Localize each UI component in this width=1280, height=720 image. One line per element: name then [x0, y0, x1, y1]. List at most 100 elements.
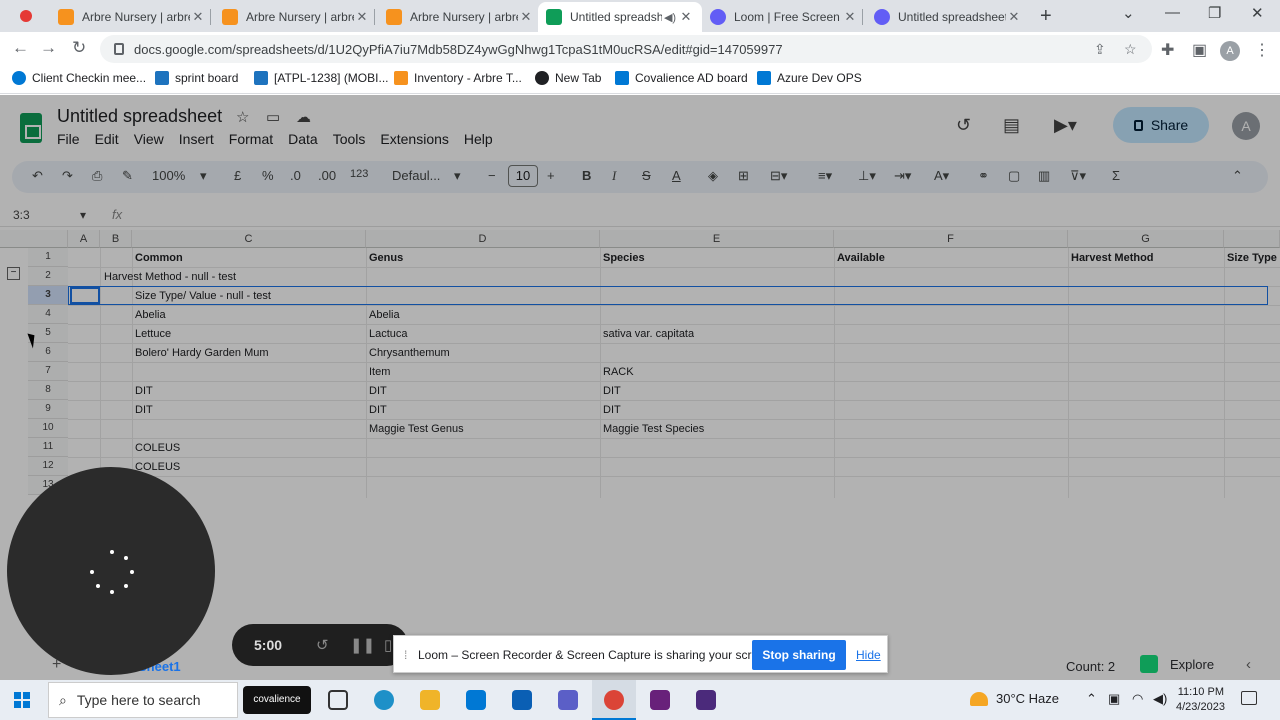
bookmark-atpl[interactable]: [ATPL-1238] (MOBI... — [254, 71, 388, 85]
stop-sharing-button[interactable]: Stop sharing — [752, 640, 846, 670]
clock-date: 4/23/2023 — [1176, 701, 1225, 713]
bookmark-label: Inventory - Arbre T... — [414, 71, 522, 85]
weather-sun-icon — [970, 691, 988, 706]
close-tab-icon[interactable]: ✕ — [842, 9, 858, 25]
system-clock[interactable]: 11:10 PM 4/23/2023 — [1176, 685, 1225, 715]
clock-time: 11:10 PM — [1177, 686, 1224, 698]
tab-title: Arbre Nursery | arbre — [82, 10, 190, 24]
close-tab-icon[interactable]: ✕ — [678, 9, 694, 25]
azure-devops-icon — [615, 71, 629, 85]
arbre-favicon-icon — [58, 9, 74, 25]
wifi-icon[interactable]: ◠ — [1132, 691, 1143, 707]
extensions-puzzle-icon[interactable]: ✚ — [1161, 40, 1174, 60]
meet-now-icon[interactable]: ▣ — [1108, 691, 1120, 707]
show-hidden-icons-chevron-icon[interactable]: ⌃ — [1086, 691, 1097, 707]
notifications-icon[interactable] — [1241, 691, 1257, 705]
close-tab-icon[interactable]: ✕ — [1006, 9, 1022, 25]
recording-indicator-icon — [20, 10, 32, 22]
omnibox[interactable]: docs.google.com/spreadsheets/d/1U2QyPfiA… — [100, 35, 1152, 63]
taskbar-search-box[interactable]: ⌕ Type here to search — [48, 682, 238, 718]
chrome-icon[interactable] — [604, 690, 624, 710]
sheets-favicon-icon — [546, 9, 562, 25]
tab-title: Untitled spreadsheet — [898, 10, 1006, 24]
bookmark-new-tab[interactable]: New Tab — [535, 71, 601, 85]
back-arrow-icon[interactable]: ← — [12, 38, 29, 58]
volume-icon[interactable]: ◀) — [1153, 691, 1167, 707]
azure-devops-icon — [757, 71, 771, 85]
bookmark-client-checkin[interactable]: Client Checkin mee... — [12, 71, 146, 85]
arbre-favicon-icon — [386, 9, 402, 25]
windows-start-icon[interactable] — [14, 692, 30, 708]
new-tab-button[interactable]: + — [1040, 5, 1052, 28]
teams-icon[interactable] — [558, 690, 578, 710]
minimize-button[interactable]: — — [1165, 4, 1180, 21]
close-tab-icon[interactable]: ✕ — [518, 9, 534, 25]
bookmark-label: Covalience AD board — [635, 71, 748, 85]
bookmark-label: Azure Dev OPS — [777, 71, 862, 85]
forward-arrow-icon[interactable]: → — [40, 38, 57, 58]
screen-sharing-notification: ⁞ Loom – Screen Recorder & Screen Captur… — [393, 635, 888, 673]
reload-icon[interactable]: ↻ — [72, 38, 86, 58]
search-icon: ⌕ — [59, 691, 67, 708]
restart-icon[interactable]: ↺ — [316, 636, 329, 654]
browser-tab-5[interactable]: Loom | Free Screen & ✕ — [702, 2, 866, 32]
close-tab-icon[interactable]: ✕ — [354, 9, 370, 25]
browser-tab-3[interactable]: Arbre Nursery | arbre ✕ — [378, 2, 542, 32]
bookmark-label: [ATPL-1238] (MOBI... — [274, 71, 389, 85]
close-tab-icon[interactable]: ✕ — [190, 9, 206, 25]
terminal-icon[interactable] — [696, 690, 716, 710]
pause-icon[interactable]: ❚❚ — [350, 636, 375, 654]
bookmark-azure-devops[interactable]: Azure Dev OPS — [757, 71, 862, 85]
chrome-menu-icon[interactable]: ⋮ — [1254, 40, 1270, 60]
browser-tab-4-active[interactable]: Untitled spreadsh ◀) ✕ — [538, 2, 702, 32]
maximize-button[interactable]: ❐ — [1208, 4, 1221, 22]
visual-studio-icon[interactable] — [650, 690, 670, 710]
bookmark-star-icon[interactable]: ☆ — [1124, 41, 1137, 58]
browser-tab-6[interactable]: Untitled spreadsheet ✕ — [866, 2, 1030, 32]
explore-icon — [1140, 655, 1158, 673]
weather-widget[interactable]: 30°C Haze — [970, 691, 1059, 706]
cloud-icon — [12, 71, 26, 85]
file-explorer-icon[interactable] — [420, 690, 440, 710]
browser-tab-2[interactable]: Arbre Nursery | arbre ✕ — [214, 2, 378, 32]
mail-icon[interactable] — [512, 690, 532, 710]
task-view-icon[interactable] — [328, 690, 348, 710]
speaker-icon[interactable]: ◀) — [662, 11, 678, 24]
bookmark-label: Client Checkin mee... — [32, 71, 147, 85]
tab-title: Arbre Nursery | arbre — [246, 10, 354, 24]
tab-divider — [374, 9, 375, 25]
hide-link[interactable]: Hide — [856, 648, 881, 662]
browser-tab-strip: Arbre Nursery | arbre ✕ Arbre Nursery | … — [0, 0, 1280, 32]
side-panel-toggle-icon[interactable]: ‹ — [1246, 656, 1251, 673]
profile-avatar[interactable]: A — [1220, 41, 1240, 61]
tab-search-chevron-icon[interactable]: ⌄ — [1122, 4, 1135, 22]
bookmark-label: sprint board — [175, 71, 239, 85]
arbre-favicon-icon — [222, 9, 238, 25]
loom-recording-controls: 5:00 ↺ ❚❚ ▯ — [232, 624, 408, 666]
selection-count[interactable]: Count: 2 — [1066, 659, 1115, 674]
covalience-app-button[interactable]: covalience — [243, 686, 311, 714]
globe-icon — [535, 71, 549, 85]
delete-icon[interactable]: ▯ — [384, 636, 392, 654]
bookmark-covalience-ad[interactable]: Covalience AD board — [615, 71, 748, 85]
bookmarks-bar: Client Checkin mee... sprint board [ATPL… — [0, 66, 1280, 94]
url-text[interactable]: docs.google.com/spreadsheets/d/1U2QyPfiA… — [134, 42, 783, 57]
loom-favicon-icon — [874, 9, 890, 25]
close-window-button[interactable]: ✕ — [1251, 4, 1264, 22]
bookmark-inventory[interactable]: Inventory - Arbre T... — [394, 71, 522, 85]
microsoft-store-icon[interactable] — [466, 690, 486, 710]
explore-button[interactable]: Explore — [1140, 655, 1214, 673]
tab-title: Arbre Nursery | arbre — [410, 10, 518, 24]
loading-spinner-icon — [90, 550, 134, 594]
side-panel-icon[interactable]: ▣ — [1192, 40, 1207, 60]
edge-browser-icon[interactable] — [374, 690, 394, 710]
tab-title: Untitled spreadsh — [570, 10, 662, 24]
share-page-icon[interactable]: ⇪ — [1094, 41, 1106, 58]
drag-handle-icon[interactable]: ⁞ — [404, 648, 407, 662]
weather-text: 30°C Haze — [996, 691, 1060, 706]
bookmark-sprint-board[interactable]: sprint board — [155, 71, 238, 85]
jira-icon — [254, 71, 268, 85]
explore-label: Explore — [1170, 656, 1215, 672]
loom-timer: 5:00 — [254, 637, 283, 653]
browser-tab-1[interactable]: Arbre Nursery | arbre ✕ — [50, 2, 214, 32]
